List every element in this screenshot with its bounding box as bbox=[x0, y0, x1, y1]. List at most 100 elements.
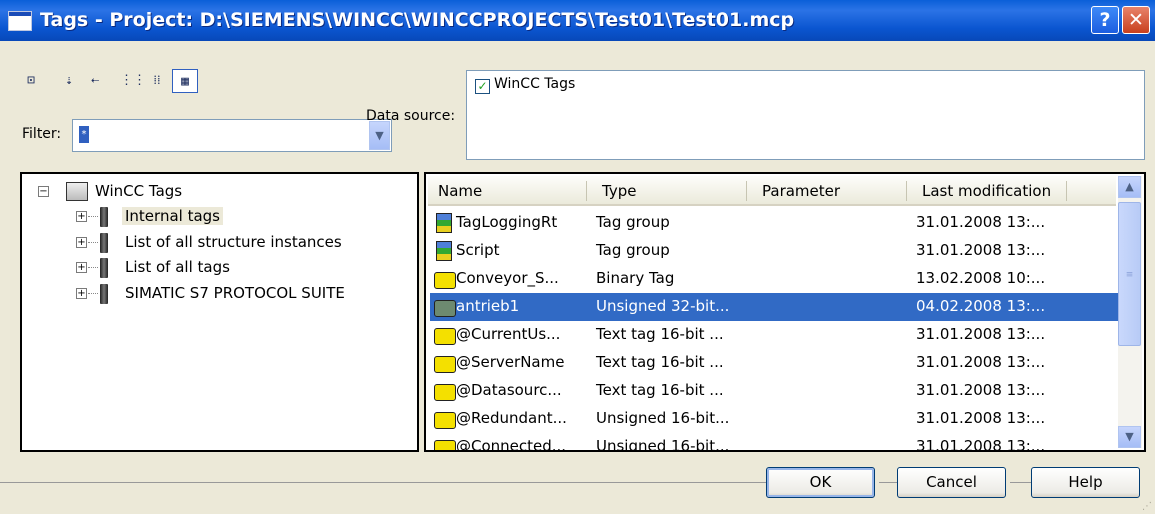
tag-icon bbox=[434, 356, 456, 373]
chevron-down-icon[interactable]: ▼ bbox=[369, 121, 390, 150]
list-header: Name Type Parameter Last modification bbox=[428, 176, 1116, 206]
table-row[interactable]: Conveyor_S... Binary Tag 13.02.2008 10:.… bbox=[430, 265, 1124, 293]
expand-icon[interactable]: + bbox=[76, 237, 87, 248]
small-icons-view-icon[interactable]: ⁞⁞ bbox=[146, 69, 168, 93]
tree-node-s7-protocol-suite[interactable]: + SIMATIC S7 PROTOCOL SUITE bbox=[22, 282, 417, 308]
tree-label[interactable]: Internal tags bbox=[122, 207, 223, 225]
divider bbox=[879, 482, 897, 483]
cell-name: @CurrentUs... bbox=[456, 325, 561, 343]
tree-node-structure-instances[interactable]: + List of all structure instances bbox=[22, 231, 417, 257]
tree-connector bbox=[88, 216, 98, 217]
cell-type: Text tag 16-bit ... bbox=[596, 381, 724, 399]
tree-node-wincc-tags[interactable]: − WinCC Tags bbox=[22, 180, 417, 206]
tree-connector bbox=[88, 293, 98, 294]
table-row[interactable]: @CurrentUs... Text tag 16-bit ... 31.01.… bbox=[430, 321, 1124, 349]
column-divider[interactable] bbox=[746, 181, 747, 201]
scroll-up-icon[interactable]: ▲ bbox=[1118, 176, 1141, 198]
cancel-button[interactable]: Cancel bbox=[897, 467, 1006, 498]
cell-type: Tag group bbox=[596, 241, 670, 259]
cell-name: @Datasourc... bbox=[456, 381, 562, 399]
cell-type: Unsigned 32-bit... bbox=[596, 297, 730, 315]
edit-tag-icon[interactable]: ⇠ bbox=[84, 69, 106, 93]
table-row[interactable]: @Connected... Unsigned 16-bit... 31.01.2… bbox=[430, 433, 1124, 452]
tree-label[interactable]: WinCC Tags bbox=[92, 182, 185, 200]
title-bar: Tags - Project: D:\SIEMENS\WINCC\WINCCPR… bbox=[0, 0, 1155, 41]
resize-grip-icon[interactable]: ⋰ bbox=[1142, 501, 1152, 512]
column-header-last-modification[interactable]: Last modification bbox=[912, 176, 1051, 206]
divider bbox=[1010, 482, 1031, 483]
cell-last-modification: 31.01.2008 13:... bbox=[916, 437, 1046, 452]
table-row-selected[interactable]: antrieb1 Unsigned 32-bit... 04.02.2008 1… bbox=[430, 293, 1124, 321]
tag-list: Name Type Parameter Last modification Ta… bbox=[424, 172, 1146, 452]
column-divider[interactable] bbox=[586, 181, 587, 201]
tree-label[interactable]: SIMATIC S7 PROTOCOL SUITE bbox=[122, 284, 348, 302]
cell-name: TagLoggingRt bbox=[456, 213, 558, 231]
column-header-name[interactable]: Name bbox=[428, 176, 482, 206]
details-view-icon[interactable]: ▦ bbox=[172, 69, 198, 93]
data-source-list: ✓ WinCC Tags bbox=[466, 70, 1145, 160]
cell-name: @Connected... bbox=[456, 437, 567, 452]
column-header-parameter[interactable]: Parameter bbox=[752, 176, 840, 206]
expand-icon[interactable]: + bbox=[76, 211, 87, 222]
close-button[interactable]: ✕ bbox=[1122, 6, 1150, 34]
vertical-scrollbar[interactable]: ▲ ≡ ▼ bbox=[1118, 176, 1142, 448]
tag-folder-icon bbox=[100, 207, 108, 227]
filter-value: * bbox=[79, 126, 89, 143]
table-row[interactable]: @Datasourc... Text tag 16-bit ... 31.01.… bbox=[430, 377, 1124, 405]
data-source-label: Data source: bbox=[366, 108, 456, 124]
tag-tree: − WinCC Tags + Internal tags + List of a… bbox=[20, 172, 419, 452]
tree-node-internal-tags[interactable]: + Internal tags bbox=[22, 205, 417, 231]
collapse-icon[interactable]: − bbox=[38, 186, 49, 197]
wincc-tags-icon bbox=[66, 182, 88, 201]
tree-label[interactable]: List of all tags bbox=[122, 258, 233, 276]
wincc-tags-checkbox-label[interactable]: WinCC Tags bbox=[494, 76, 575, 92]
column-header-type[interactable]: Type bbox=[592, 176, 636, 206]
window-title: Tags - Project: D:\SIEMENS\WINCC\WINCCPR… bbox=[40, 9, 795, 31]
cell-type: Text tag 16-bit ... bbox=[596, 353, 724, 371]
cell-last-modification: 04.02.2008 13:... bbox=[916, 297, 1046, 315]
table-row[interactable]: @ServerName Text tag 16-bit ... 31.01.20… bbox=[430, 349, 1124, 377]
cell-name: Script bbox=[456, 241, 500, 259]
cell-type: Tag group bbox=[596, 213, 670, 231]
table-row[interactable]: TagLoggingRt Tag group 31.01.2008 13:... bbox=[430, 209, 1124, 237]
tag-folder-icon bbox=[100, 233, 108, 253]
tag-icon bbox=[434, 272, 456, 289]
cell-type: Binary Tag bbox=[596, 269, 675, 287]
cell-type: Unsigned 16-bit... bbox=[596, 409, 730, 427]
tag-icon bbox=[434, 412, 456, 429]
tag-folder-icon bbox=[100, 284, 108, 304]
help-button[interactable]: Help bbox=[1031, 467, 1140, 498]
tag-icon bbox=[434, 328, 456, 345]
table-row[interactable]: Script Tag group 31.01.2008 13:... bbox=[430, 237, 1124, 265]
cell-last-modification: 13.02.2008 10:... bbox=[916, 269, 1046, 287]
wincc-tags-checkbox[interactable]: ✓ bbox=[475, 79, 490, 94]
filter-combobox[interactable]: * ▼ bbox=[72, 119, 392, 152]
large-icons-view-icon[interactable]: ⋮⋮ bbox=[120, 69, 146, 93]
cell-name: @Redundant... bbox=[456, 409, 567, 427]
help-title-button[interactable]: ? bbox=[1091, 6, 1119, 34]
new-tag-icon[interactable]: ⇣ bbox=[58, 69, 80, 93]
cell-type: Text tag 16-bit ... bbox=[596, 325, 724, 343]
tree-node-all-tags[interactable]: + List of all tags bbox=[22, 256, 417, 282]
ok-button[interactable]: OK bbox=[766, 467, 875, 498]
scrollbar-thumb[interactable]: ≡ bbox=[1118, 202, 1141, 346]
scroll-down-icon[interactable]: ▼ bbox=[1118, 426, 1141, 448]
expand-icon[interactable]: + bbox=[76, 262, 87, 273]
cell-last-modification: 31.01.2008 13:... bbox=[916, 353, 1046, 371]
tag-icon bbox=[434, 384, 456, 401]
table-row[interactable]: @Redundant... Unsigned 16-bit... 31.01.2… bbox=[430, 405, 1124, 433]
tag-icon bbox=[434, 440, 456, 450]
tree-connector bbox=[88, 267, 98, 268]
cell-last-modification: 31.01.2008 13:... bbox=[916, 409, 1046, 427]
tree-label[interactable]: List of all structure instances bbox=[122, 233, 345, 251]
up-level-icon[interactable]: ⊡ bbox=[20, 69, 42, 93]
column-divider[interactable] bbox=[1066, 181, 1067, 201]
cell-last-modification: 31.01.2008 13:... bbox=[916, 241, 1046, 259]
column-divider[interactable] bbox=[906, 181, 907, 201]
cell-type: Unsigned 16-bit... bbox=[596, 437, 730, 452]
filter-label: Filter: bbox=[22, 126, 62, 142]
window-icon bbox=[8, 11, 32, 31]
cell-name: antrieb1 bbox=[456, 297, 520, 315]
expand-icon[interactable]: + bbox=[76, 288, 87, 299]
cell-last-modification: 31.01.2008 13:... bbox=[916, 325, 1046, 343]
